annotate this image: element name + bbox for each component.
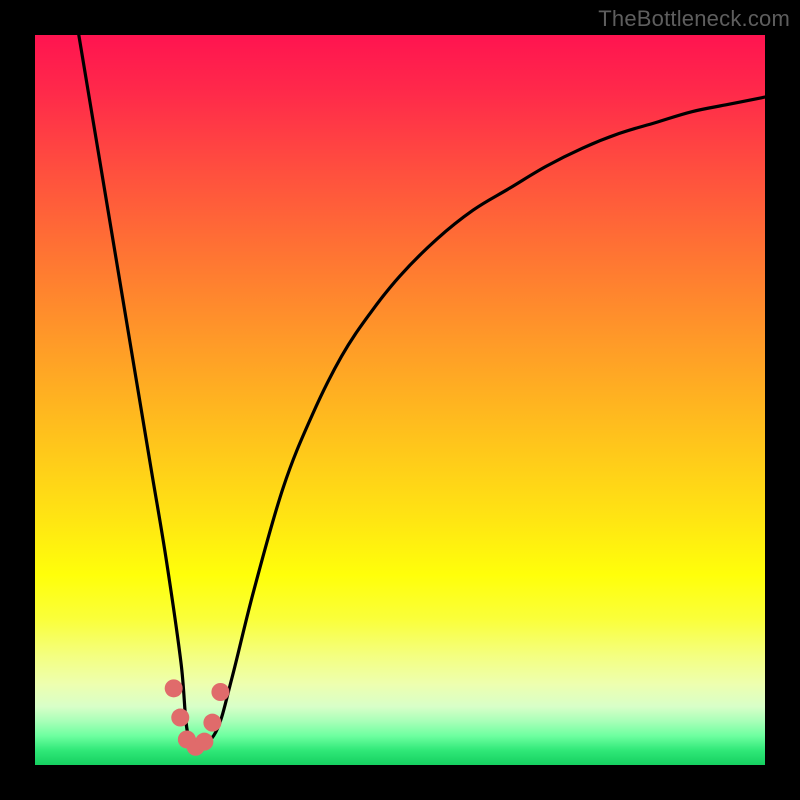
- trough-dot: [211, 683, 229, 701]
- curve-layer: [35, 35, 765, 765]
- trough-dot: [171, 709, 189, 727]
- bottleneck-curve-path: [79, 35, 765, 745]
- bottleneck-curve: [79, 35, 765, 745]
- trough-dot: [165, 679, 183, 697]
- chart-frame: TheBottleneck.com: [0, 0, 800, 800]
- trough-dot: [195, 733, 213, 751]
- trough-dots: [165, 679, 230, 755]
- trough-dot: [203, 714, 221, 732]
- watermark-text: TheBottleneck.com: [598, 6, 790, 32]
- plot-area: [35, 35, 765, 765]
